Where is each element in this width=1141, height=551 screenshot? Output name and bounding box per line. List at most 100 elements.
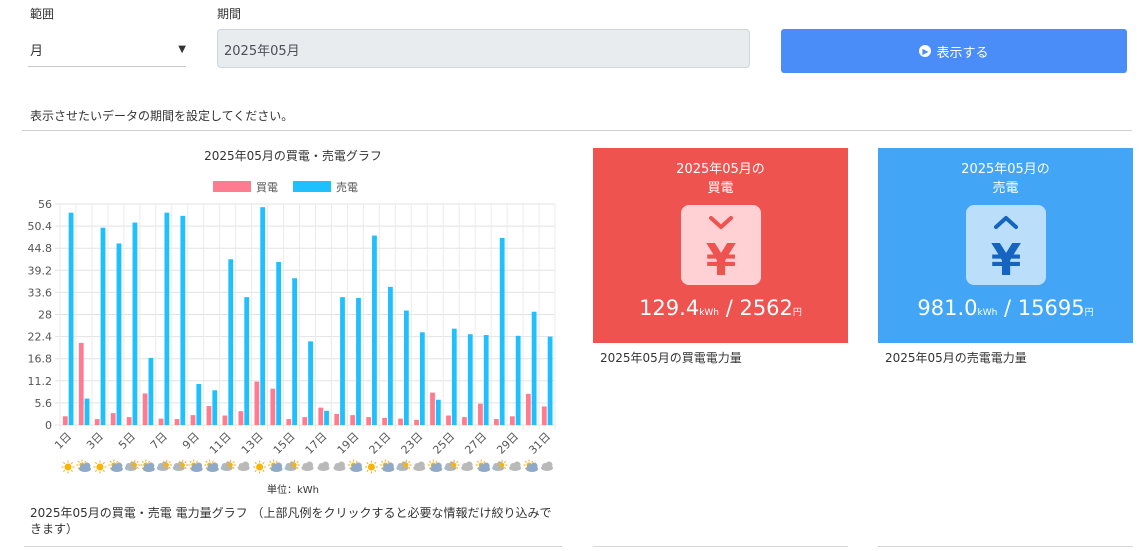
bar-buy	[142, 393, 148, 425]
legend-swatch-sell[interactable]	[293, 181, 331, 192]
bar-buy	[478, 403, 483, 425]
weather-cloud-icon	[301, 461, 314, 471]
sell-card-caption: 2025年05月の売電電力量	[885, 351, 1027, 365]
y-tick-label: 39.2	[28, 264, 53, 277]
bar-sell	[196, 383, 202, 425]
weather-cloud-sun-icon	[475, 459, 491, 472]
buy-kwh-value: 129.4	[639, 296, 700, 320]
bar-sell	[308, 341, 313, 425]
bar-buy	[110, 413, 116, 425]
bar-buy	[270, 388, 276, 425]
period-input[interactable]: 2025年05月	[217, 29, 750, 68]
chart-svg: 2025年05月の買電・売電グラフ 買電 売電 0 5.6 11.2 16.8 22.4 2…	[28, 148, 556, 496]
weather-cloud-icon	[333, 461, 346, 471]
weather-cloud-icon	[541, 461, 554, 471]
yen-up-icon: ¥	[966, 205, 1046, 285]
bar-buy	[174, 419, 180, 425]
bar-buy	[126, 417, 132, 425]
bar-sell	[483, 335, 489, 425]
svg-text:¥: ¥	[706, 235, 737, 285]
bar-buy	[398, 418, 403, 425]
weather-cloud-sun-icon	[268, 459, 283, 472]
weather-cloud-icon	[237, 461, 250, 471]
bar-sell	[435, 399, 441, 425]
bar-buy	[62, 416, 68, 425]
buy-card-subtitle: 買電	[707, 181, 734, 196]
bar-sell	[547, 336, 553, 425]
buy-card-title: 2025年05月の	[676, 162, 765, 177]
bar-buy	[302, 417, 308, 425]
bar-sell	[100, 227, 106, 425]
y-tick-label: 22.4	[28, 331, 53, 344]
bar-buy	[222, 415, 228, 425]
y-tick-label: 11.2	[28, 375, 53, 388]
bar-sell	[116, 243, 122, 425]
bar-buy	[254, 381, 260, 425]
sell-card-title: 2025年05月の	[961, 162, 1050, 177]
bar-sell	[515, 335, 521, 425]
legend-label-sell[interactable]: 売電	[336, 181, 358, 194]
sell-kwh-value: 981.0	[917, 296, 978, 320]
show-button-label: 表示する	[936, 45, 989, 61]
weather-cloud-sun-icon	[140, 459, 155, 472]
y-tick-label: 0	[45, 419, 52, 432]
weather-sun-icon	[364, 460, 378, 474]
weather-sun-cloud-icon	[492, 459, 508, 471]
buy-kwh-unit: kWh	[699, 308, 720, 318]
bar-buy	[318, 407, 324, 425]
weather-sun-cloud-icon	[220, 459, 236, 471]
range-label: 範囲	[30, 7, 55, 21]
weather-cloud-sun-icon	[347, 459, 363, 472]
x-tick-label: 23日	[399, 430, 426, 457]
bar-sell	[68, 212, 74, 425]
weather-cloud-sun-icon	[188, 459, 203, 472]
bar-sell	[276, 262, 282, 425]
range-select[interactable]: 月 ▼	[28, 32, 186, 67]
sell-yen-unit: 円	[1084, 308, 1094, 318]
bar-buy	[350, 415, 356, 425]
x-tick-label: 5日	[116, 430, 138, 452]
x-tick-label: 9日	[180, 430, 202, 452]
legend-swatch-buy[interactable]	[213, 181, 251, 192]
bar-buy	[286, 419, 292, 425]
weather-cloud-icon	[413, 461, 426, 471]
y-tick-label: 28	[38, 309, 52, 322]
x-tick-label: 11日	[207, 430, 234, 457]
bar-sell	[164, 212, 170, 425]
divider	[24, 546, 562, 547]
x-tick-label: 21日	[367, 430, 394, 457]
show-button[interactable]: ▶ 表示する	[781, 29, 1127, 73]
arrow-right-circle-icon: ▶	[919, 45, 932, 57]
weather-sun-icon	[61, 460, 75, 474]
divider	[593, 546, 848, 547]
bar-buy	[334, 413, 340, 425]
bar-sell	[388, 286, 393, 425]
buy-yen-unit: 円	[792, 308, 802, 318]
weather-cloud-sun-icon	[108, 459, 123, 472]
hint-text: 表示させたいデータの期間を設定してください。	[22, 99, 1132, 131]
bar-buy	[494, 419, 499, 425]
period-label: 期間	[217, 7, 242, 21]
x-tick-label: 19日	[335, 430, 362, 457]
weather-sun-icon	[253, 460, 267, 474]
weather-sun-cloud-icon	[172, 459, 188, 471]
bar-buy	[78, 342, 84, 425]
weather-sun-cloud-icon	[156, 459, 172, 471]
weather-cloud-sun-icon	[379, 459, 395, 472]
sell-separator: /	[997, 296, 1018, 320]
bar-sell	[260, 207, 266, 425]
bar-sell	[531, 311, 537, 425]
legend-label-buy[interactable]: 買電	[256, 181, 278, 194]
chart-title: 2025年05月の買電・売電グラフ	[204, 148, 382, 163]
sell-yen-value: 15695	[1017, 296, 1085, 320]
sell-card-subtitle: 売電	[992, 181, 1019, 196]
bar-sell	[419, 332, 425, 425]
bar-buy	[430, 392, 435, 425]
x-tick-label: 1日	[52, 430, 74, 452]
y-tick-label: 50.4	[28, 220, 53, 233]
weather-cloud-sun-icon	[523, 459, 539, 472]
yen-down-icon: ¥	[681, 205, 761, 285]
bar-buy	[541, 406, 547, 425]
sell-kwh-unit: kWh	[977, 308, 998, 318]
bar-buy	[190, 415, 196, 425]
